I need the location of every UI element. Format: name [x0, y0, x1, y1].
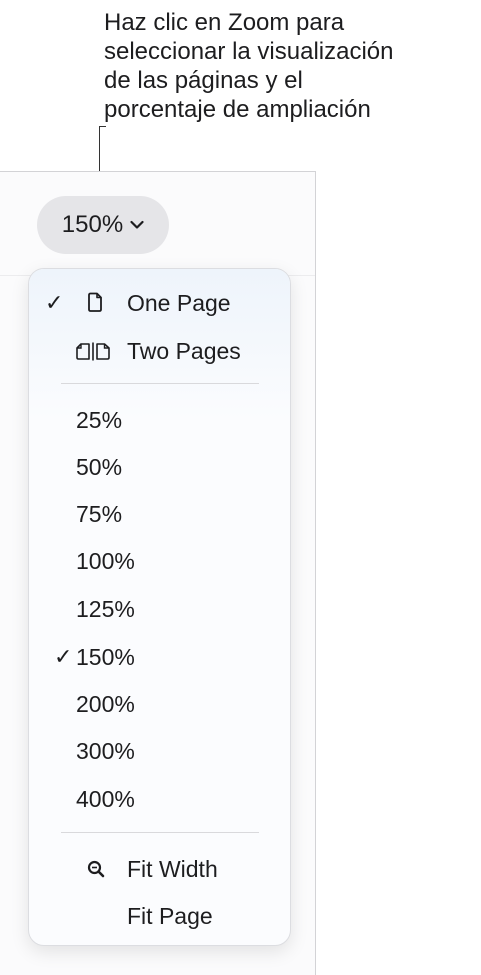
menu-item-zoom-200[interactable]: 200% — [29, 684, 290, 724]
menu-item-fit-width[interactable]: Fit Width — [29, 849, 290, 889]
menu-item-label: 300% — [76, 737, 135, 764]
menu-item-label: 125% — [76, 595, 135, 622]
menu-item-label: One Page — [127, 289, 231, 316]
menu-item-label: 150% — [76, 643, 135, 670]
checkmark-icon: ✓ — [54, 644, 73, 669]
app-window: 150% ✓ One Page Two Pages 25% 50% 75% 10… — [0, 171, 316, 975]
menu-item-label: 400% — [76, 785, 135, 812]
checkmark-icon: ✓ — [45, 290, 64, 315]
menu-item-label: Fit Width — [127, 855, 218, 882]
menu-item-one-page[interactable]: ✓ One Page — [29, 283, 290, 323]
callout-line: porcentaje de ampliación — [104, 96, 371, 123]
menu-item-label: Fit Page — [127, 902, 213, 929]
two-pages-icon — [76, 342, 110, 361]
menu-item-zoom-300[interactable]: 300% — [29, 731, 290, 771]
menu-item-two-pages[interactable]: Two Pages — [29, 331, 290, 371]
menu-item-label: 100% — [76, 547, 135, 574]
callout-leader-tick — [99, 126, 106, 127]
menu-item-label: 25% — [76, 406, 123, 433]
menu-item-zoom-150[interactable]: ✓ 150% — [29, 637, 290, 677]
menu-item-zoom-400[interactable]: 400% — [29, 779, 290, 819]
chevron-down-icon — [130, 220, 144, 229]
menu-item-label: 200% — [76, 690, 135, 717]
zoom-button[interactable]: 150% — [37, 196, 169, 254]
callout-text: Haz clic en Zoom para seleccionar la vis… — [104, 8, 474, 124]
menu-separator — [61, 383, 259, 384]
menu-item-fit-page[interactable]: Fit Page — [29, 896, 290, 936]
menu-item-zoom-100[interactable]: 100% — [29, 541, 290, 581]
callout-line: Haz clic en Zoom para — [104, 9, 345, 36]
magnifier-icon — [87, 860, 105, 878]
menu-item-label: 50% — [76, 453, 123, 480]
menu-item-zoom-75[interactable]: 75% — [29, 494, 290, 534]
menu-item-label: 75% — [76, 500, 123, 527]
menu-separator — [61, 832, 259, 833]
callout-line: seleccionar la visualización — [104, 38, 394, 65]
zoom-button-label: 150% — [61, 211, 124, 238]
menu-item-zoom-25[interactable]: 25% — [29, 400, 290, 440]
menu-item-zoom-125[interactable]: 125% — [29, 589, 290, 629]
menu-item-label: Two Pages — [127, 337, 241, 364]
zoom-menu: ✓ One Page Two Pages 25% 50% 75% 100% 12… — [28, 268, 291, 946]
menu-item-zoom-50[interactable]: 50% — [29, 447, 290, 487]
single-page-icon — [88, 292, 102, 312]
callout-line: de las páginas y el — [104, 67, 303, 94]
